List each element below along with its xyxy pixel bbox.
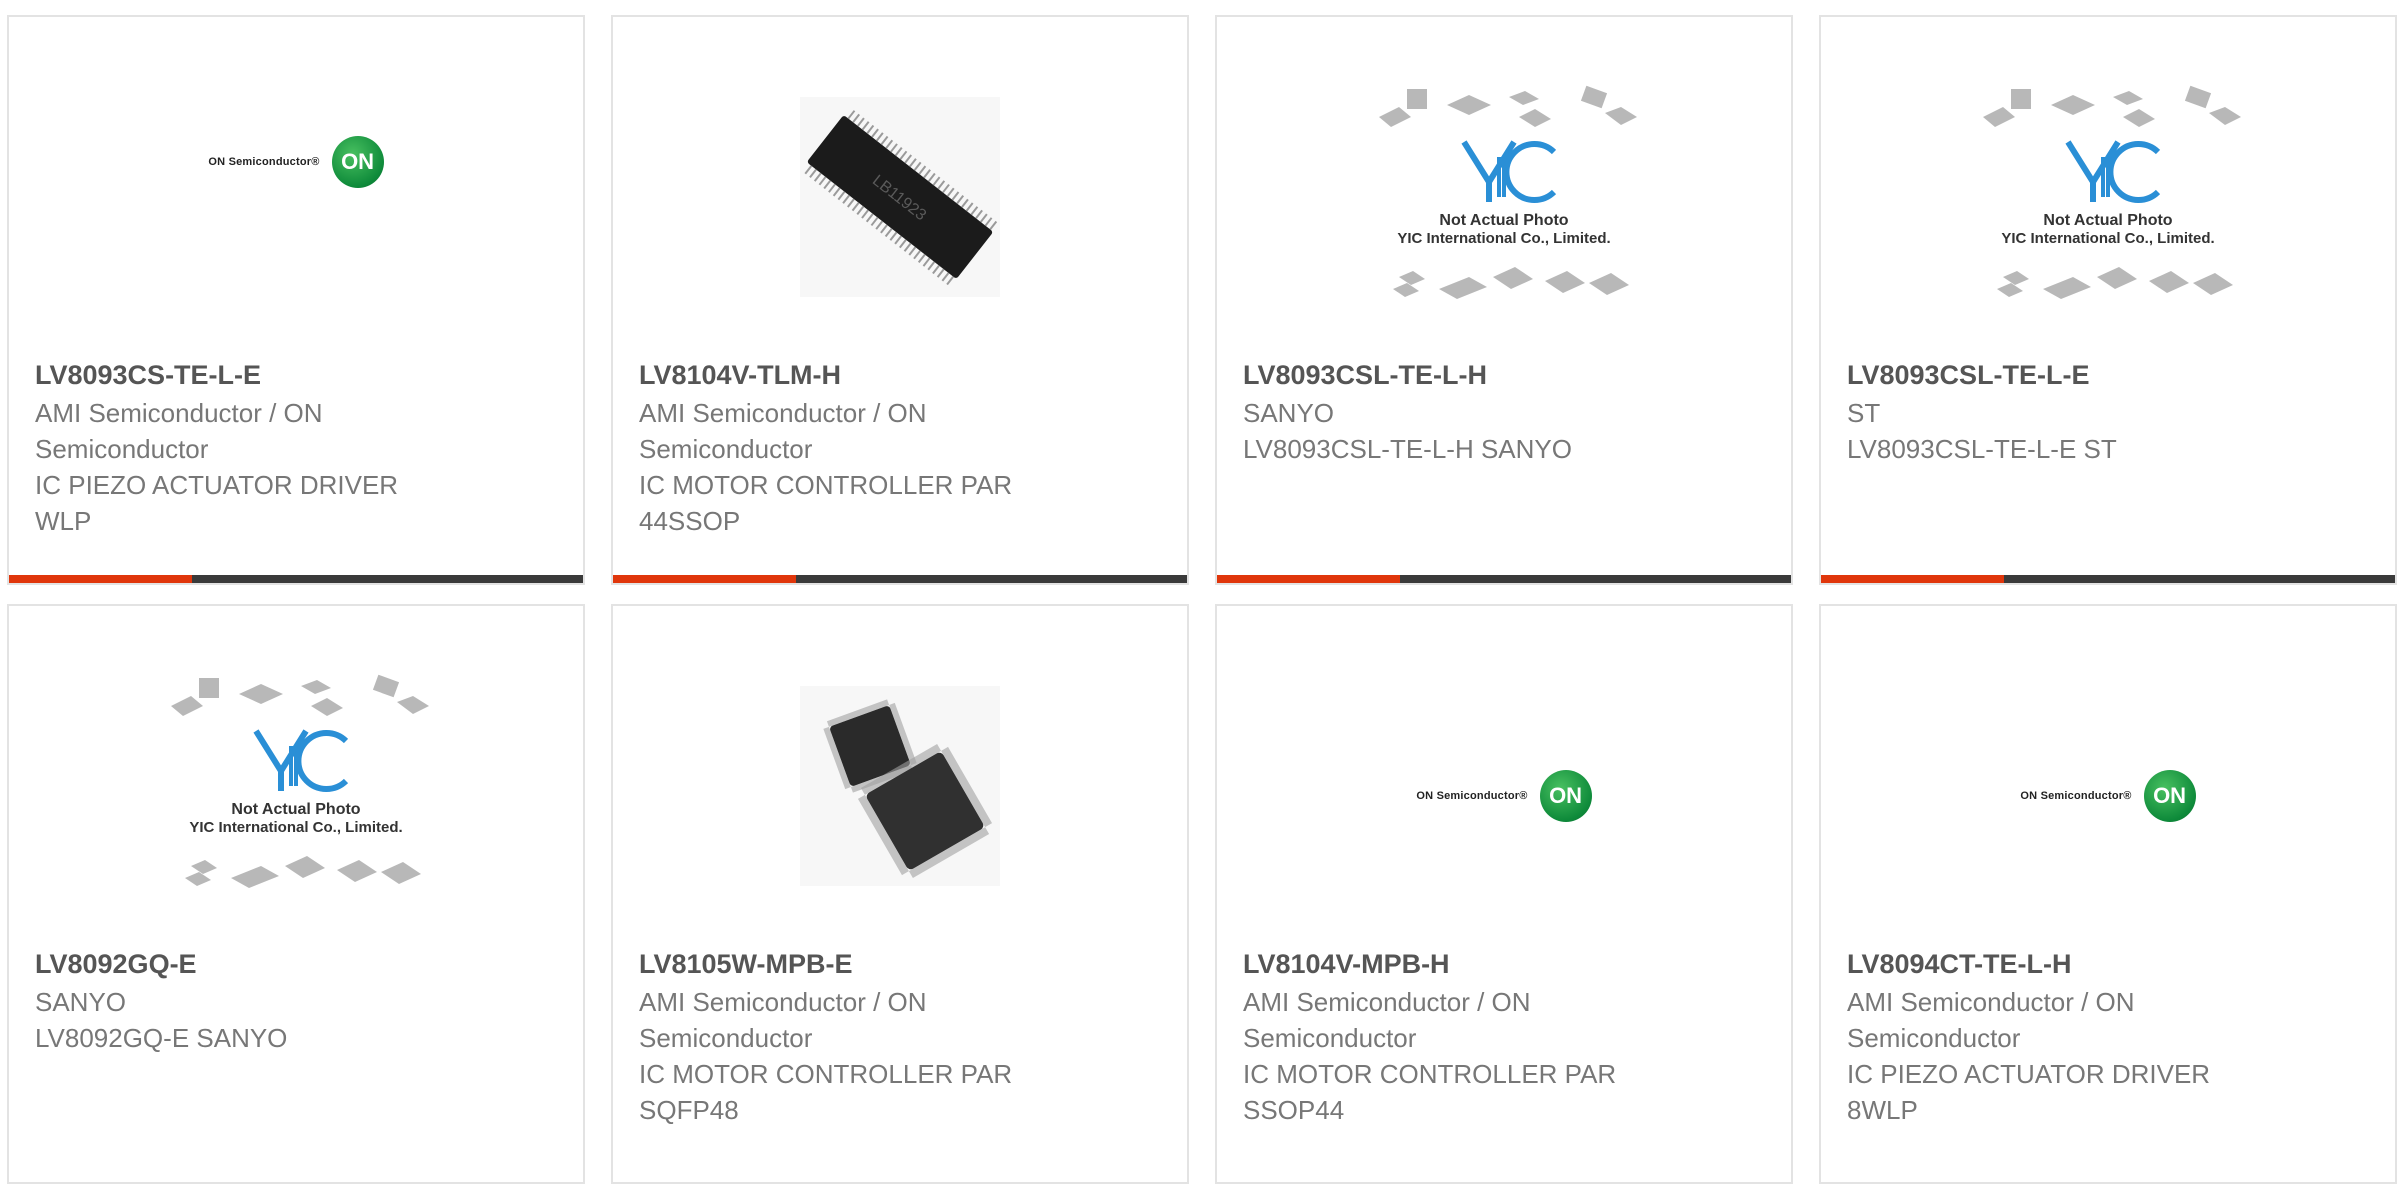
description: IC PIEZO ACTUATOR DRIVER (1847, 1059, 2211, 1089)
logo-mark: ON (2143, 770, 2196, 822)
logo-text: ON Semiconductor® (1416, 790, 1528, 802)
card-accent (613, 575, 796, 583)
logo-text: ON Semiconductor® (208, 156, 320, 168)
product-card[interactable]: Not Actual Photo YIC International Co., … (1215, 15, 1793, 585)
placeholder-line2: YIC International Co., Limited. (189, 819, 402, 836)
description-cont: WLP (35, 506, 92, 536)
manufacturer: AMI Semiconductor / ON (639, 398, 927, 428)
product-card[interactable]: Not Actual Photo YIC International Co., … (7, 604, 585, 1184)
part-number-link[interactable]: LV8094CT-TE-L-H (1847, 946, 2369, 982)
product-card[interactable]: LB11923 LV8104V-TLM-H AMI Semiconductor … (611, 15, 1189, 585)
product-info: LV8092GQ-E SANYO LV8092GQ-E SANYO (35, 946, 557, 1056)
description-cont: 44SSOP (639, 506, 741, 536)
description-cont: SSOP44 (1243, 1095, 1345, 1125)
manufacturer-cont: Semiconductor (1847, 1023, 2021, 1053)
on-semiconductor-logo: ON Semiconductor® ON (1416, 770, 1592, 822)
manufacturer: AMI Semiconductor / ON (1243, 987, 1531, 1017)
placeholder-line1: Not Actual Photo (231, 801, 360, 818)
product-card[interactable]: LV8105W-MPB-E AMI Semiconductor / ON Sem… (611, 604, 1189, 1184)
placeholder-line2: YIC International Co., Limited. (2001, 230, 2214, 247)
part-number-link[interactable]: LV8104V-TLM-H (639, 357, 1161, 393)
manufacturer-cont: Semiconductor (639, 434, 813, 464)
on-semiconductor-logo: ON Semiconductor® ON (2020, 770, 2196, 822)
placeholder-line1: Not Actual Photo (1439, 212, 1568, 229)
manufacturer-cont: Semiconductor (639, 1023, 813, 1053)
logo-mark: ON (1539, 770, 1592, 822)
manufacturer: AMI Semiconductor / ON (1847, 987, 2135, 1017)
description: IC MOTOR CONTROLLER PAR (639, 1059, 1013, 1089)
yic-placeholder-image: Not Actual Photo YIC International Co., … (1983, 85, 2241, 299)
product-image[interactable]: Not Actual Photo YIC International Co., … (1217, 77, 1791, 357)
card-bottom-bar (1821, 575, 2395, 583)
product-info: LV8093CSL-TE-L-E ST LV8093CSL-TE-L-E ST (1847, 357, 2369, 467)
product-info: LV8105W-MPB-E AMI Semiconductor / ON Sem… (639, 946, 1161, 1128)
product-info: LV8094CT-TE-L-H AMI Semiconductor / ON S… (1847, 946, 2369, 1128)
placeholder-line1: Not Actual Photo (2043, 212, 2172, 229)
product-card[interactable]: ON Semiconductor® ON LV8093CS-TE-L-E AMI… (7, 15, 585, 585)
on-semiconductor-logo: ON Semiconductor® ON (208, 136, 384, 188)
product-info: LV8093CS-TE-L-E AMI Semiconductor / ON S… (35, 357, 557, 539)
card-bottom-bar (1217, 575, 1791, 583)
description: IC MOTOR CONTROLLER PAR (1243, 1059, 1617, 1089)
product-card[interactable]: Not Actual Photo YIC International Co., … (1819, 15, 2397, 585)
manufacturer: SANYO (1243, 398, 1335, 428)
product-card[interactable]: ON Semiconductor® ON LV8094CT-TE-L-H AMI… (1819, 604, 2397, 1184)
product-info: LV8104V-MPB-H AMI Semiconductor / ON Sem… (1243, 946, 1765, 1128)
description-cont: SQFP48 (639, 1095, 739, 1125)
product-image[interactable]: ON Semiconductor® ON (9, 77, 583, 357)
card-accent (9, 575, 192, 583)
product-card[interactable]: ON Semiconductor® ON LV8104V-MPB-H AMI S… (1215, 604, 1793, 1184)
card-accent (1217, 575, 1400, 583)
card-bottom-bar (613, 575, 1187, 583)
manufacturer-cont: Semiconductor (1243, 1023, 1417, 1053)
part-number-link[interactable]: LV8093CS-TE-L-E (35, 357, 557, 393)
card-bottom-bar (9, 575, 583, 583)
product-image[interactable]: Not Actual Photo YIC International Co., … (9, 666, 583, 946)
description: LV8093CSL-TE-L-H SANYO (1243, 434, 1572, 464)
manufacturer: SANYO (35, 987, 127, 1017)
manufacturer: AMI Semiconductor / ON (639, 987, 927, 1017)
product-image[interactable]: ON Semiconductor® ON (1217, 666, 1791, 946)
description-cont: 8WLP (1847, 1095, 1918, 1125)
part-number-link[interactable]: LV8105W-MPB-E (639, 946, 1161, 982)
product-image[interactable]: ON Semiconductor® ON (1821, 666, 2395, 946)
product-image[interactable] (613, 666, 1187, 946)
description: IC MOTOR CONTROLLER PAR (639, 470, 1013, 500)
description: LV8093CSL-TE-L-E ST (1847, 434, 2117, 464)
yic-placeholder-image: Not Actual Photo YIC International Co., … (171, 674, 429, 888)
product-info: LV8104V-TLM-H AMI Semiconductor / ON Sem… (639, 357, 1161, 539)
description: LV8092GQ-E SANYO (35, 1023, 288, 1053)
product-image[interactable]: LB11923 (613, 77, 1187, 357)
product-info: LV8093CSL-TE-L-H SANYO LV8093CSL-TE-L-H … (1243, 357, 1765, 467)
manufacturer: ST (1847, 398, 1881, 428)
description: IC PIEZO ACTUATOR DRIVER (35, 470, 399, 500)
part-number-link[interactable]: LV8093CSL-TE-L-E (1847, 357, 2369, 393)
qfp-chip-photo (800, 686, 1000, 886)
logo-mark: ON (331, 136, 384, 188)
part-number-link[interactable]: LV8092GQ-E (35, 946, 557, 982)
placeholder-line2: YIC International Co., Limited. (1397, 230, 1610, 247)
manufacturer-cont: Semiconductor (35, 434, 209, 464)
yic-placeholder-image: Not Actual Photo YIC International Co., … (1379, 85, 1637, 299)
card-accent (1821, 575, 2004, 583)
part-number-link[interactable]: LV8093CSL-TE-L-H (1243, 357, 1765, 393)
part-number-link[interactable]: LV8104V-MPB-H (1243, 946, 1765, 982)
product-grid: ON Semiconductor® ON LV8093CS-TE-L-E AMI… (0, 0, 2400, 1184)
manufacturer: AMI Semiconductor / ON (35, 398, 323, 428)
logo-text: ON Semiconductor® (2020, 790, 2132, 802)
ssop-chip-photo: LB11923 (800, 97, 1000, 297)
product-image[interactable]: Not Actual Photo YIC International Co., … (1821, 77, 2395, 357)
